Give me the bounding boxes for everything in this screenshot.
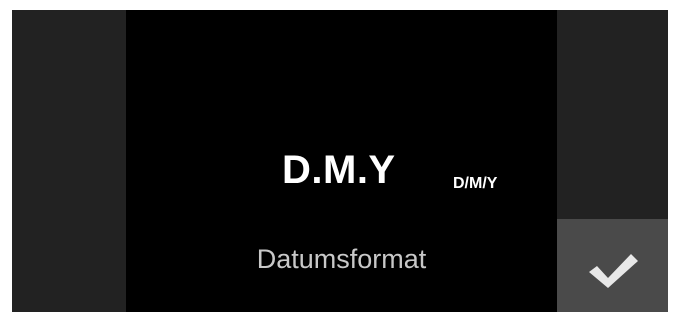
left-panel [12,10,126,312]
date-format-alternative[interactable]: D/M/Y [453,176,497,192]
confirm-button[interactable] [557,219,668,312]
device-screen: D.M.Y D/M/Y Datumsformat [12,10,668,312]
setting-label: Datumsformat [256,244,427,274]
checkmark-icon [588,253,638,288]
right-panel [557,10,668,219]
date-format-value[interactable]: D.M.Y [282,150,396,190]
